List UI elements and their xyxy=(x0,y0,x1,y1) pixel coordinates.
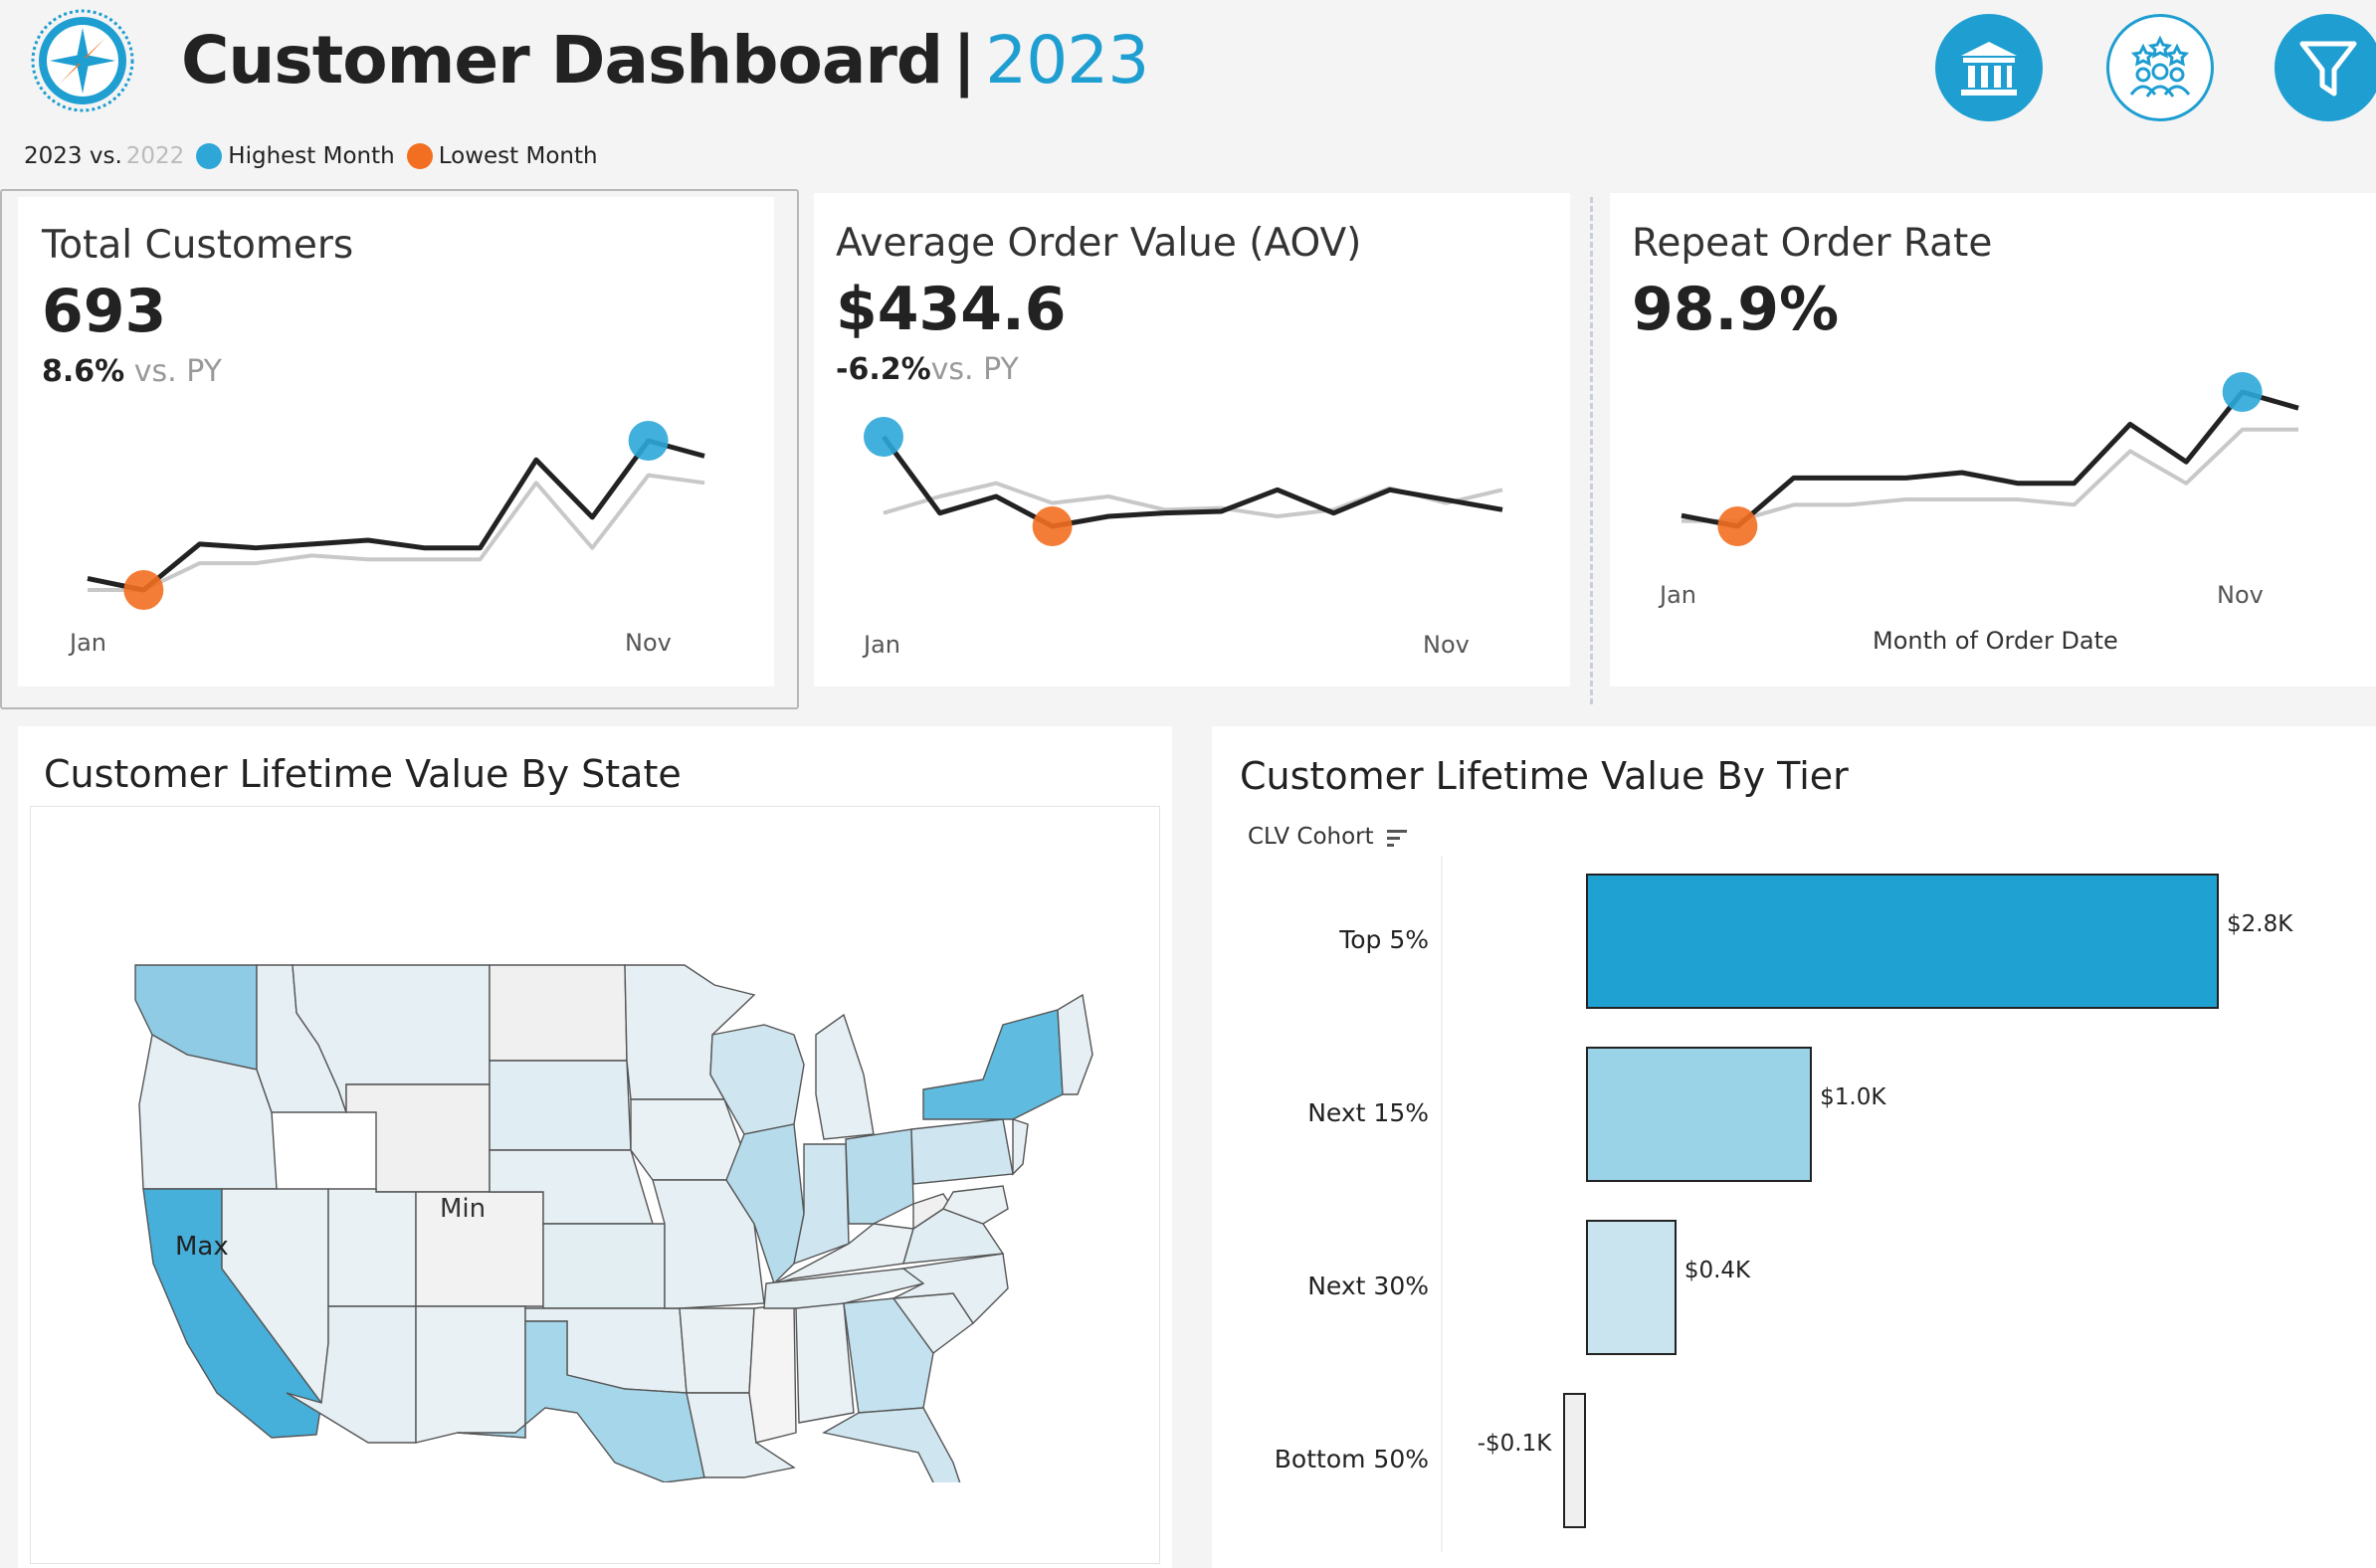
state-nd xyxy=(489,964,628,1062)
state-ny xyxy=(922,1009,1064,1120)
series-line-previous[interactable] xyxy=(1682,427,2298,523)
tier-category-label: Top 5% xyxy=(1339,925,1429,954)
state-ia xyxy=(630,1098,745,1181)
sparkline-total-customers xyxy=(87,421,705,610)
legend-current-year: 2023 vs. xyxy=(24,143,122,169)
highest-month-point[interactable] xyxy=(864,417,903,457)
legend-highest: Highest Month xyxy=(228,143,395,169)
tier-category-label: Next 30% xyxy=(1307,1272,1429,1300)
axis-start-label: Jan xyxy=(70,629,106,657)
axis-end-label: Nov xyxy=(625,629,672,657)
filter-button[interactable] xyxy=(2275,14,2376,121)
map-min-label: Min xyxy=(440,1194,487,1224)
legend-previous-year: 2022 xyxy=(125,143,185,169)
tier-value-label: -$0.1K xyxy=(1477,1431,1552,1457)
state-nm xyxy=(415,1305,526,1444)
tier-card: Customer Lifetime Value By Tier CLV Coho… xyxy=(1212,726,2376,1568)
compass-logo-icon xyxy=(30,8,135,113)
us-state-map[interactable] xyxy=(107,925,1102,1482)
bank-icon xyxy=(1961,42,2017,96)
state-pa xyxy=(910,1118,1014,1185)
axis-start-label: Jan xyxy=(1660,581,1696,609)
title-separator: | xyxy=(952,22,976,98)
customer-tiers-button[interactable] xyxy=(2106,14,2214,121)
state-new-england xyxy=(1057,993,1093,1095)
map-card: Customer Lifetime Value By State Max Min xyxy=(18,726,1172,1568)
tier-value-label: $0.4K xyxy=(1683,1258,1751,1283)
tier-category-label: Next 15% xyxy=(1307,1098,1429,1127)
state-nj xyxy=(1012,1118,1029,1176)
tier-bar[interactable] xyxy=(1586,1220,1677,1355)
axis-start-label: Jan xyxy=(864,631,900,659)
highest-month-marker xyxy=(196,143,223,169)
lowest-month-marker xyxy=(406,143,433,169)
bank-button[interactable] xyxy=(1935,14,2043,121)
kpi-card-aov[interactable]: Average Order Value (AOV) $434.6 -6.2%vs… xyxy=(814,193,1570,686)
sparkline-repeat-order-rate xyxy=(1681,372,2299,546)
state-mi xyxy=(815,1013,875,1140)
title-year: 2023 xyxy=(985,22,1149,98)
legend: 2023 vs. 2022 Highest Month Lowest Month xyxy=(24,143,598,169)
state-sd xyxy=(489,1060,632,1151)
highest-month-point[interactable] xyxy=(2222,372,2263,412)
state-ut xyxy=(327,1188,417,1307)
state-oh xyxy=(845,1128,914,1225)
series-line-current[interactable] xyxy=(1681,389,2299,529)
map-max-label: Max xyxy=(175,1232,229,1262)
title-text: Customer Dashboard xyxy=(181,22,943,98)
tier-bar-chart: Top 5% $2.8K Next 15% $1.0K Next 30% $0.4K Bot… xyxy=(1212,726,2376,1568)
state-ar xyxy=(679,1307,755,1394)
map-title: Customer Lifetime Value By State xyxy=(44,752,682,796)
tier-value-label: $1.0K xyxy=(1820,1084,1886,1110)
lowest-month-point[interactable] xyxy=(1032,506,1073,546)
tier-bar[interactable] xyxy=(1586,874,2219,1009)
tier-category-label: Bottom 50% xyxy=(1274,1445,1429,1473)
people-stars-icon xyxy=(2129,35,2191,98)
page-title: Customer Dashboard | 2023 xyxy=(181,22,1149,98)
highest-month-point[interactable] xyxy=(628,421,669,461)
lowest-month-point[interactable] xyxy=(1717,506,1758,546)
kpi-card-repeat-order-rate[interactable]: Repeat Order Rate 98.9% Jan Nov Month of… xyxy=(1610,193,2376,686)
sparkline-aov xyxy=(864,417,1503,546)
axis-title: Month of Order Date xyxy=(1873,627,2118,655)
state-ms xyxy=(748,1302,797,1444)
state-ks xyxy=(542,1223,666,1309)
axis-end-label: Nov xyxy=(2217,581,2264,609)
state-fl xyxy=(822,1407,961,1482)
axis-end-label: Nov xyxy=(1423,631,1470,659)
tier-bar[interactable] xyxy=(1563,1393,1586,1528)
divider xyxy=(1590,197,1593,704)
legend-lowest: Lowest Month xyxy=(438,143,598,169)
state-wy xyxy=(345,1083,491,1193)
lowest-month-point[interactable] xyxy=(123,570,164,610)
tier-value-label: $2.8K xyxy=(2227,911,2293,937)
tier-bar[interactable] xyxy=(1586,1047,1813,1182)
series-line-current[interactable] xyxy=(881,435,1503,529)
filter-icon xyxy=(2299,41,2357,97)
kpi-card-total-customers[interactable]: Total Customers 693 8.6% vs. PY Jan Nov xyxy=(18,197,774,686)
series-line-current[interactable] xyxy=(87,438,705,593)
state-al xyxy=(795,1302,855,1424)
